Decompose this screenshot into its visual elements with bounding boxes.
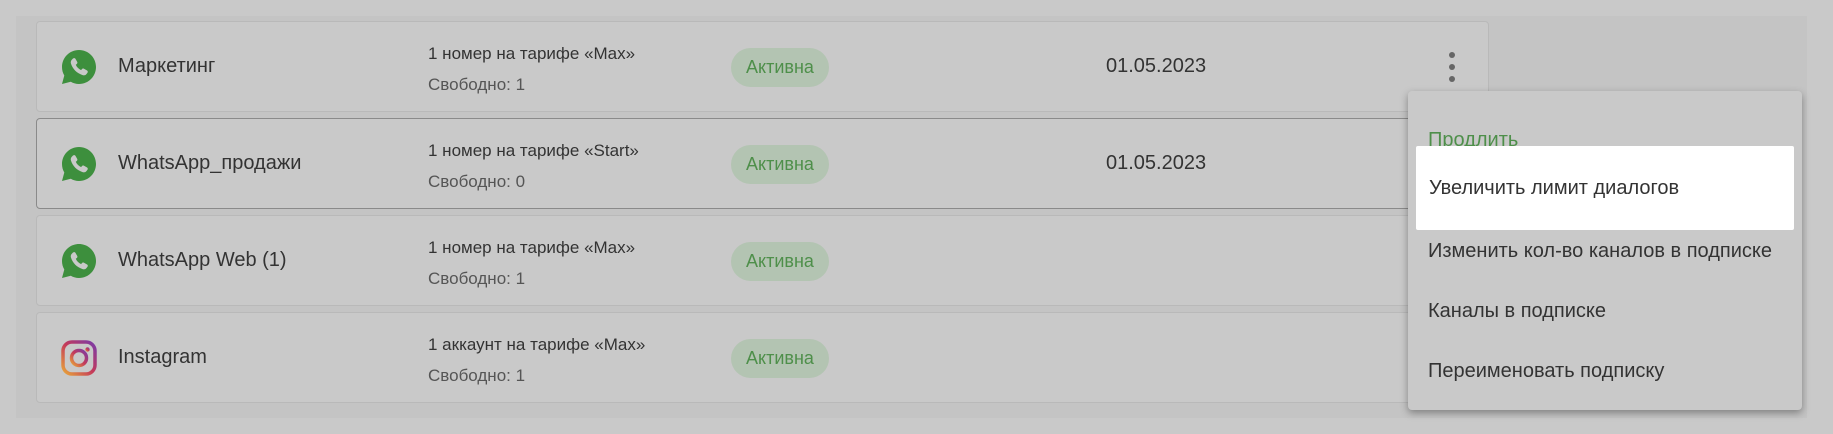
- status-badge: Активна: [731, 48, 829, 87]
- subscription-name: WhatsApp Web (1): [118, 249, 287, 271]
- status-badge: Активна: [731, 339, 829, 378]
- whatsapp-icon: [62, 244, 96, 278]
- whatsapp-icon: [62, 50, 96, 84]
- subscription-name: WhatsApp_продажи: [118, 152, 302, 174]
- subscription-free-slots: Свободно: 0: [428, 172, 526, 191]
- status-badge: Активна: [731, 145, 829, 184]
- subscription-context-menu: Продлить Увеличить лимит диалогов Измени…: [1408, 91, 1802, 410]
- status-badge: Активна: [731, 242, 829, 281]
- subscription-plan: 1 номер на тарифе «Max»: [428, 44, 636, 63]
- more-options-button[interactable]: [1440, 46, 1464, 88]
- subscription-plan: 1 номер на тарифе «Start»: [428, 141, 639, 160]
- subscription-date: 01.05.2023: [1106, 152, 1207, 174]
- menu-item-rename-subscription[interactable]: Переименовать подписку: [1408, 342, 1802, 400]
- subscription-row-marketing[interactable]: Маркетинг 1 номер на тарифе «Max» Свобод…: [36, 21, 1489, 112]
- menu-item-increase-dialog-limit[interactable]: Увеличить лимит диалогов: [1416, 146, 1794, 230]
- menu-item-subscription-channels[interactable]: Каналы в подписке: [1408, 282, 1802, 340]
- subscription-row-instagram[interactable]: Instagram 1 аккаунт на тарифе «Max» Своб…: [36, 312, 1489, 403]
- subscription-plan: 1 аккаунт на тарифе «Max»: [428, 335, 646, 354]
- kebab-dot-icon: [1449, 52, 1455, 58]
- subscription-date: 01.05.2023: [1106, 55, 1207, 77]
- subscription-free-slots: Свободно: 1: [428, 269, 526, 288]
- kebab-dot-icon: [1449, 76, 1455, 82]
- menu-item-change-channel-count[interactable]: Изменить кол-во каналов в подписке: [1408, 222, 1802, 280]
- kebab-dot-icon: [1449, 64, 1455, 70]
- subscription-free-slots: Свободно: 1: [428, 75, 526, 94]
- subscription-name: Instagram: [118, 346, 207, 368]
- subscription-row-whatsapp-web[interactable]: WhatsApp Web (1) 1 номер на тарифе «Max»…: [36, 215, 1489, 306]
- whatsapp-icon: [62, 147, 96, 181]
- instagram-icon: [61, 340, 97, 376]
- subscription-name: Маркетинг: [118, 55, 216, 77]
- subscription-plan: 1 номер на тарифе «Max»: [428, 238, 636, 257]
- subscription-row-whatsapp-sales[interactable]: WhatsApp_продажи 1 номер на тарифе «Star…: [36, 118, 1489, 209]
- subscription-free-slots: Свободно: 1: [428, 366, 526, 385]
